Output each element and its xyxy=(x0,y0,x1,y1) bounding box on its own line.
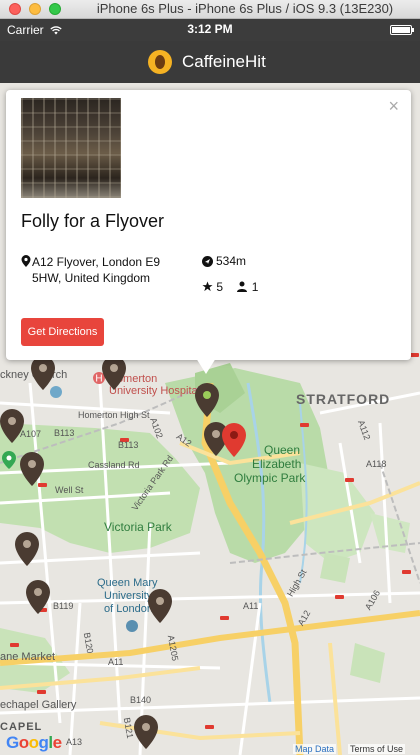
venue-checkins: 1 xyxy=(251,280,259,294)
coffee-bean-icon xyxy=(148,50,172,74)
google-logo: Google xyxy=(6,733,62,752)
coffee-shop-pin[interactable] xyxy=(195,383,219,417)
terms-of-use-link[interactable]: Terms of Use xyxy=(348,744,406,754)
selected-location-pin[interactable] xyxy=(222,423,246,457)
star-icon xyxy=(202,281,213,292)
map-label-cassland-rd: Cassland Rd xyxy=(88,460,140,470)
close-window-button[interactable] xyxy=(9,3,21,15)
coffee-shop-pin[interactable] xyxy=(15,532,39,566)
app-title: CaffeineHit xyxy=(182,52,266,71)
ios-status-bar: Carrier 3:12 PM xyxy=(0,19,420,41)
battery-icon xyxy=(390,25,414,35)
map-label-well-st: Well St xyxy=(55,485,84,495)
venue-rating: 5 xyxy=(216,280,224,294)
coffee-shop-pin[interactable] xyxy=(20,452,44,486)
map-label-a11-west: A11 xyxy=(108,657,124,667)
venue-name: Folly for a Flyover xyxy=(21,211,165,231)
direction-arrow-icon xyxy=(202,256,213,267)
map-label-victoria-park: Victoria Park xyxy=(104,520,172,534)
map-label-lane-market: ane Market xyxy=(0,651,56,663)
venue-distance: 534m xyxy=(216,254,247,268)
popup-pointer xyxy=(196,358,216,374)
map-label-of-london: of London xyxy=(104,603,153,615)
simulator-window-title: iPhone 6s Plus - iPhone 6s Plus / iOS 9.… xyxy=(96,1,394,16)
coffee-shop-pin[interactable] xyxy=(0,409,24,443)
map-label-university: University xyxy=(104,590,153,602)
minimize-window-button[interactable] xyxy=(29,3,41,15)
venue-address: A12 Flyover, London E9 5HW, United Kingd… xyxy=(32,255,161,285)
map-label-elizabeth: Elizabeth xyxy=(252,457,302,471)
map-label-whitechapel-gallery: echapel Gallery xyxy=(0,699,77,711)
coffee-shop-pin[interactable] xyxy=(102,356,126,390)
map-label-a118: A118 xyxy=(366,459,387,469)
get-directions-button[interactable]: Get Directions xyxy=(21,318,104,346)
coffee-shop-pin[interactable] xyxy=(26,580,50,614)
coffee-shop-pin[interactable] xyxy=(148,589,172,623)
map-label-olympic-park: Olympic Park xyxy=(234,471,306,485)
map-label-b140: B140 xyxy=(130,695,152,705)
map-label-chapel: CAPEL xyxy=(0,721,43,733)
map-label-a13: A13 xyxy=(66,737,83,747)
coffee-shop-pin[interactable] xyxy=(134,715,158,749)
location-pin-icon xyxy=(21,255,31,267)
status-clock: 3:12 PM xyxy=(187,22,233,36)
map-label-stratford: STRATFORD xyxy=(296,391,391,407)
place-pin-icon xyxy=(2,451,16,469)
map-label-b113-east: B113 xyxy=(118,440,139,450)
map-label-queen: Queen xyxy=(264,443,301,457)
map-label-b119: B119 xyxy=(53,601,74,611)
person-icon xyxy=(237,281,248,292)
map-label-b113: B113 xyxy=(54,428,75,438)
map-label-queen-mary: Queen Mary xyxy=(97,577,158,589)
map-label-a11-east: A11 xyxy=(243,601,259,611)
simulator-title-bar: iPhone 6s Plus - iPhone 6s Plus / iOS 9.… xyxy=(0,0,420,19)
app-nav-bar: CaffeineHit xyxy=(0,41,420,83)
university-icon xyxy=(126,620,138,632)
map-label-homerton-high-st: Homerton High St xyxy=(78,410,150,420)
venue-stats: 5 1 xyxy=(202,280,258,294)
close-popup-button[interactable]: × xyxy=(388,96,399,117)
coffee-shop-pin[interactable] xyxy=(31,356,55,390)
map-data-link[interactable]: Map Data xyxy=(293,744,337,754)
venue-photo xyxy=(21,98,121,198)
zoom-window-button[interactable] xyxy=(49,3,61,15)
venue-info-popup: × Folly for a Flyover A12 Flyover, Londo… xyxy=(6,90,411,360)
